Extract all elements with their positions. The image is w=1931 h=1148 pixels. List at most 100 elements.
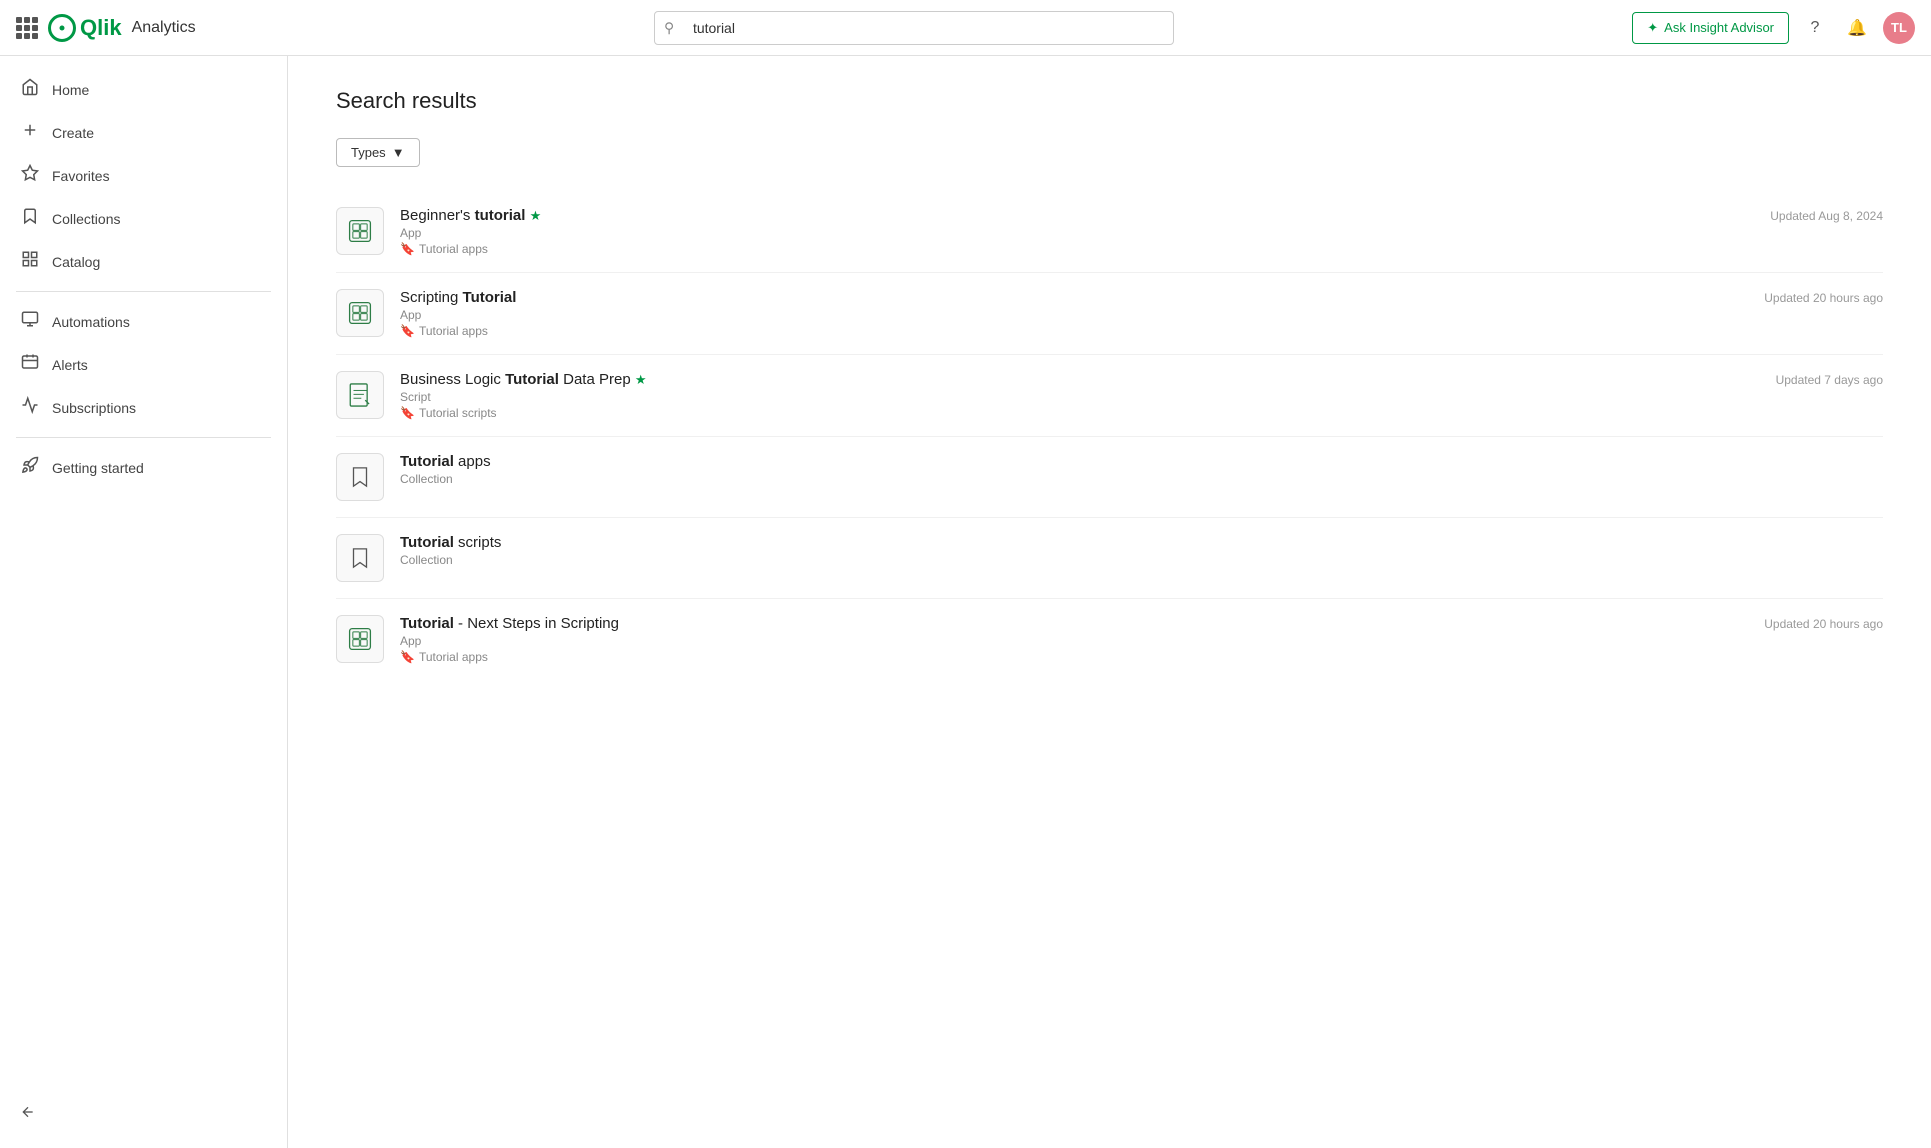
- main-content: Search results Types ▼: [288, 56, 1931, 1148]
- sidebar-divider-1: [16, 291, 271, 292]
- sidebar-item-catalog[interactable]: Catalog: [0, 240, 287, 283]
- types-filter-button[interactable]: Types ▼: [336, 138, 420, 167]
- sidebar-item-favorites[interactable]: Favorites: [0, 154, 287, 197]
- sidebar-item-alerts-label: Alerts: [52, 357, 88, 373]
- layout: Home Create Favorites Collections: [0, 56, 1931, 1148]
- alerts-icon: [20, 353, 40, 376]
- qlik-wordmark: Qlik: [80, 15, 122, 41]
- sidebar-item-alerts[interactable]: Alerts: [0, 343, 287, 386]
- result-item[interactable]: Beginner's tutorial ★ App 🔖 Tutorial app…: [336, 191, 1883, 273]
- search-bar: ⚲: [654, 11, 1174, 45]
- result-meta: Updated Aug 8, 2024: [1770, 207, 1883, 223]
- result-title-before: Scripting: [400, 289, 463, 306]
- sidebar-item-catalog-label: Catalog: [52, 254, 100, 270]
- chevron-down-icon: ▼: [392, 145, 405, 160]
- result-title: Tutorial apps: [400, 453, 1883, 470]
- result-title: Scripting Tutorial: [400, 289, 1748, 306]
- result-meta: Updated 20 hours ago: [1764, 289, 1883, 305]
- result-item[interactable]: Tutorial - Next Steps in Scripting App 🔖…: [336, 599, 1883, 680]
- collection-link-icon: 🔖: [400, 242, 415, 256]
- sidebar-item-collections[interactable]: Collections: [0, 197, 287, 240]
- result-content: Tutorial scripts Collection: [400, 534, 1883, 569]
- result-type: Collection: [400, 553, 1883, 567]
- result-title-after: Data Prep: [559, 371, 631, 388]
- result-collection: 🔖 Tutorial apps: [400, 242, 1754, 256]
- result-item[interactable]: Tutorial scripts Collection: [336, 518, 1883, 599]
- grid-menu-icon[interactable]: [16, 17, 38, 39]
- subscriptions-icon: [20, 396, 40, 419]
- result-title-highlight: Tutorial: [400, 453, 454, 470]
- insight-advisor-label: Ask Insight Advisor: [1664, 20, 1774, 35]
- result-type: App: [400, 226, 1754, 240]
- plus-icon: [20, 121, 40, 144]
- automations-icon: [20, 310, 40, 333]
- result-title-before: Beginner's: [400, 207, 475, 224]
- help-icon[interactable]: ?: [1799, 12, 1831, 44]
- filter-bar: Types ▼: [336, 138, 1883, 167]
- result-title-highlight: Tutorial: [400, 615, 454, 632]
- collection-label: Tutorial scripts: [419, 406, 497, 420]
- search-icon: ⚲: [664, 19, 674, 36]
- collection-link-icon: 🔖: [400, 324, 415, 338]
- qlik-logo-circle: [48, 14, 76, 42]
- result-collection: 🔖 Tutorial apps: [400, 324, 1748, 338]
- result-title: Tutorial scripts: [400, 534, 1883, 551]
- notifications-icon[interactable]: 🔔: [1841, 12, 1873, 44]
- types-filter-label: Types: [351, 145, 386, 160]
- sidebar-item-create[interactable]: Create: [0, 111, 287, 154]
- sidebar-item-collections-label: Collections: [52, 211, 120, 227]
- result-content: Beginner's tutorial ★ App 🔖 Tutorial app…: [400, 207, 1754, 256]
- home-icon: [20, 78, 40, 101]
- rocket-icon: [20, 456, 40, 479]
- result-content: Business Logic Tutorial Data Prep ★ Scri…: [400, 371, 1760, 420]
- result-meta: Updated 7 days ago: [1776, 371, 1883, 387]
- starred-icon: ★: [530, 208, 542, 223]
- sidebar-item-create-label: Create: [52, 125, 94, 141]
- result-title: Beginner's tutorial ★: [400, 207, 1754, 224]
- sidebar-item-home[interactable]: Home: [0, 68, 287, 111]
- page-title: Search results: [336, 88, 1883, 114]
- result-collection: 🔖 Tutorial scripts: [400, 406, 1760, 420]
- result-icon-collection: [336, 453, 384, 501]
- result-title-after: scripts: [454, 534, 502, 551]
- result-icon-collection: [336, 534, 384, 582]
- qlik-logo[interactable]: Qlik: [48, 14, 122, 42]
- result-title: Tutorial - Next Steps in Scripting: [400, 615, 1748, 632]
- avatar[interactable]: TL: [1883, 12, 1915, 44]
- sidebar-item-subscriptions-label: Subscriptions: [52, 400, 136, 416]
- star-icon: [20, 164, 40, 187]
- collapse-button[interactable]: [20, 1096, 267, 1128]
- result-title-highlight: Tutorial: [400, 534, 454, 551]
- search-input[interactable]: [654, 11, 1174, 45]
- collection-label: Tutorial apps: [419, 324, 488, 338]
- result-type: App: [400, 308, 1748, 322]
- result-item[interactable]: Business Logic Tutorial Data Prep ★ Scri…: [336, 355, 1883, 437]
- result-type: App: [400, 634, 1748, 648]
- result-meta: Updated 20 hours ago: [1764, 615, 1883, 631]
- results-list: Beginner's tutorial ★ App 🔖 Tutorial app…: [336, 191, 1883, 680]
- result-item[interactable]: Scripting Tutorial App 🔖 Tutorial apps U…: [336, 273, 1883, 355]
- sidebar-item-home-label: Home: [52, 82, 89, 98]
- result-content: Tutorial apps Collection: [400, 453, 1883, 488]
- collection-label: Tutorial apps: [419, 242, 488, 256]
- result-item[interactable]: Tutorial apps Collection: [336, 437, 1883, 518]
- result-title-before: Business Logic: [400, 371, 505, 388]
- sparkle-icon: ✦: [1647, 20, 1658, 36]
- result-icon-app: [336, 289, 384, 337]
- result-collection: 🔖 Tutorial apps: [400, 650, 1748, 664]
- bookmark-icon: [20, 207, 40, 230]
- sidebar-item-getting-started[interactable]: Getting started: [0, 446, 287, 489]
- insight-advisor-button[interactable]: ✦ Ask Insight Advisor: [1632, 12, 1789, 44]
- collection-link-icon: 🔖: [400, 406, 415, 420]
- app-name-label: Analytics: [132, 19, 196, 37]
- sidebar-item-favorites-label: Favorites: [52, 168, 110, 184]
- catalog-icon: [20, 250, 40, 273]
- result-title-after: apps: [454, 453, 491, 470]
- sidebar-item-getting-started-label: Getting started: [52, 460, 144, 476]
- result-icon-app: [336, 615, 384, 663]
- result-title-after: - Next Steps in Scripting: [454, 615, 619, 632]
- result-title-highlight: Tutorial: [463, 289, 517, 306]
- sidebar-item-subscriptions[interactable]: Subscriptions: [0, 386, 287, 429]
- sidebar-item-automations[interactable]: Automations: [0, 300, 287, 343]
- result-type: Collection: [400, 472, 1883, 486]
